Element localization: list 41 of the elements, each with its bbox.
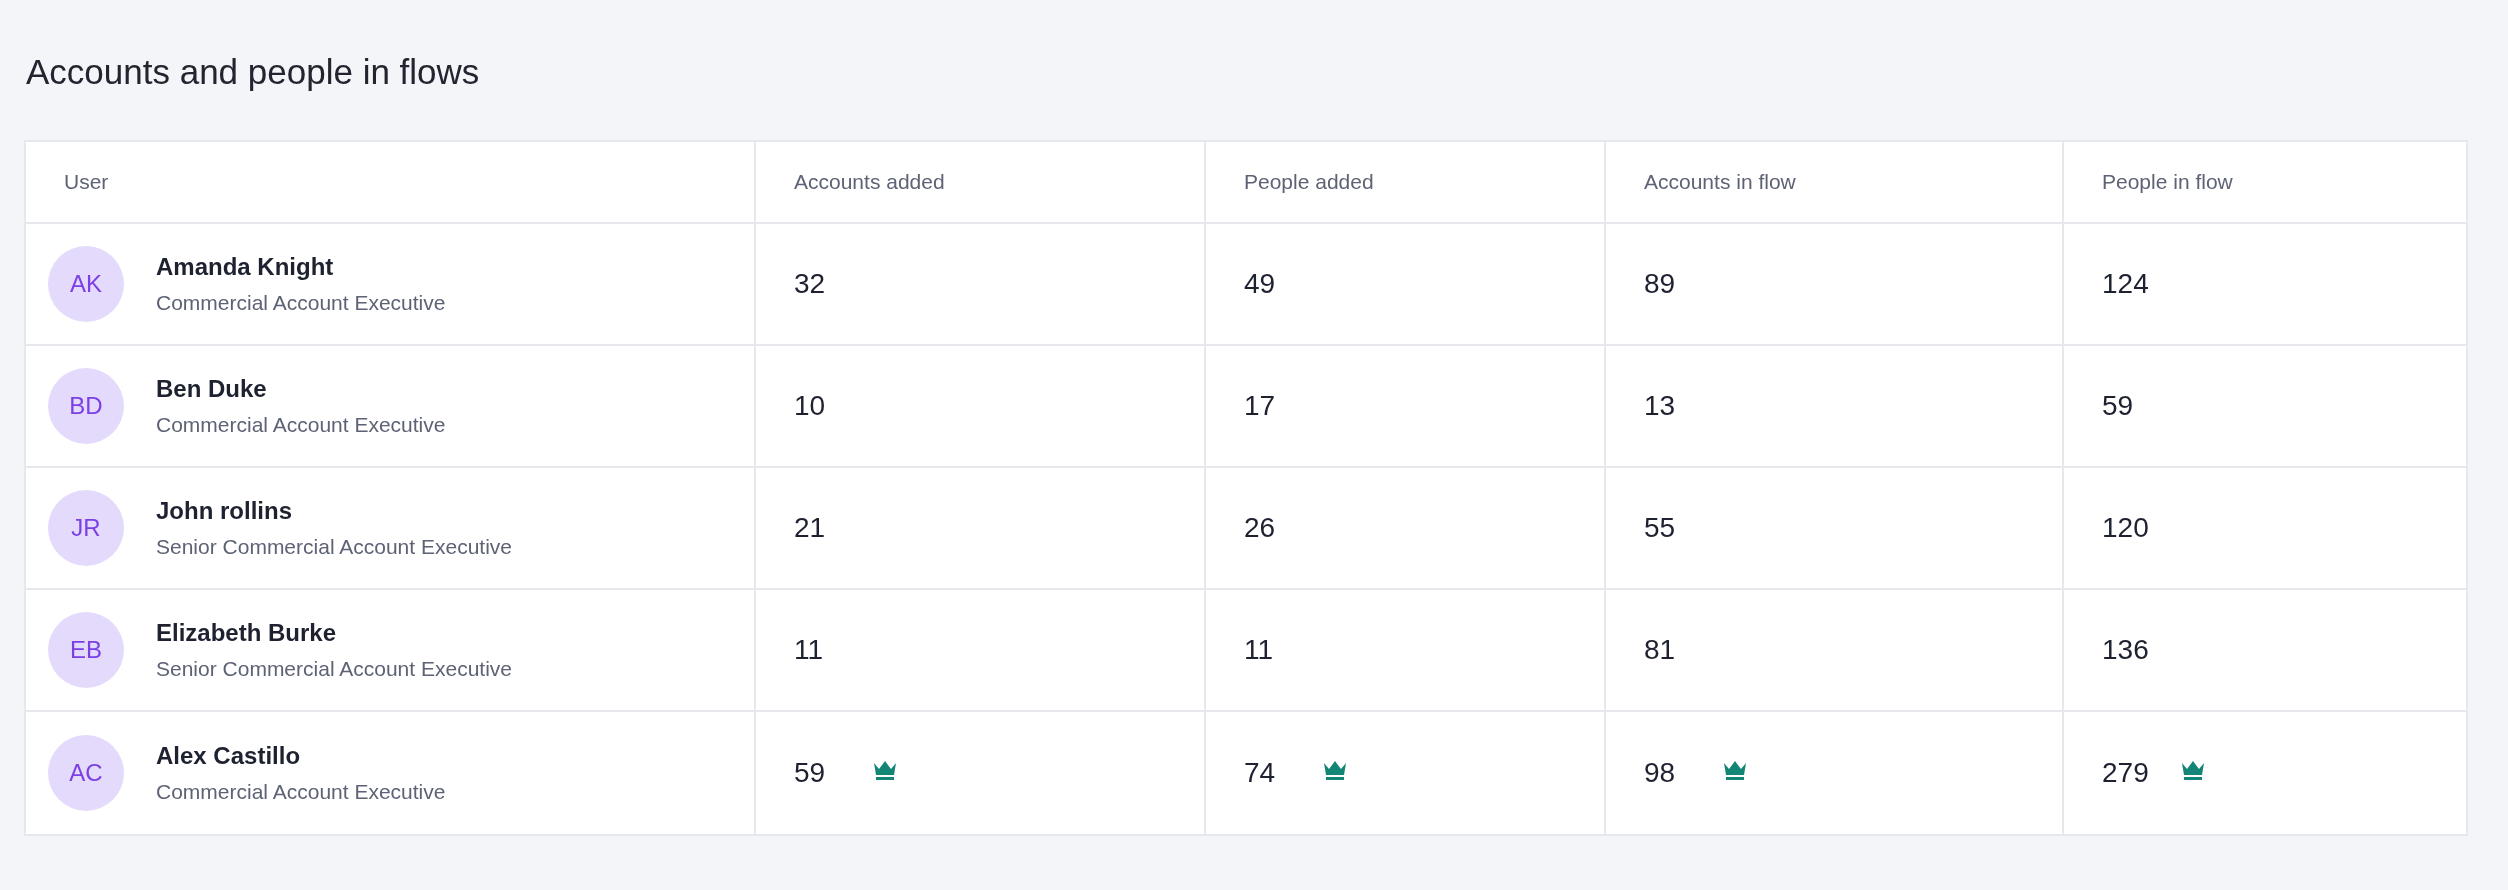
metric-value: 120 [2102,512,2150,544]
column-header: People in flow [2062,142,2466,224]
metric-value: 11 [1244,634,1275,666]
column-header: People added [1204,142,1604,224]
column-header: User [26,142,754,224]
metric-value: 59 [2102,390,2135,422]
metric-value: 26 [1244,512,1277,544]
avatar: AK [48,246,124,322]
metric-value: 49 [1244,268,1277,300]
metric-value: 124 [2102,268,2150,300]
user-role: Commercial Account Executive [156,413,446,437]
user-name: Amanda Knight [156,253,335,281]
metric-value: 55 [1644,512,1677,544]
metric-value: 32 [794,268,827,300]
avatar: AC [48,735,124,811]
user-name: John rollins [156,497,293,525]
user-name: Alex Castillo [156,742,302,770]
page-title: Accounts and people in flows [26,51,481,93]
avatar: EB [48,612,124,688]
metric-value: 21 [794,512,827,544]
user-role: Senior Commercial Account Executive [156,535,512,559]
metric-value: 13 [1644,390,1677,422]
metric-value: 74 [1244,757,1277,789]
metric-value: 89 [1644,268,1677,300]
metric-value: 279 [2102,757,2150,789]
metric-value: 81 [1644,634,1677,666]
metric-value: 136 [2102,634,2150,666]
metric-value: 17 [1244,390,1277,422]
column-header: Accounts in flow [1604,142,2062,224]
avatar: JR [48,490,124,566]
user-role: Commercial Account Executive [156,291,446,315]
column-header: Accounts added [754,142,1204,224]
metric-value: 10 [794,390,827,422]
user-role: Senior Commercial Account Executive [156,657,512,681]
avatar: BD [48,368,124,444]
metric-value: 11 [794,634,825,666]
user-name: Elizabeth Burke [156,619,338,647]
metric-value: 98 [1644,757,1677,789]
metric-value: 59 [794,757,827,789]
user-name: Ben Duke [156,375,268,403]
user-role: Commercial Account Executive [156,780,446,804]
